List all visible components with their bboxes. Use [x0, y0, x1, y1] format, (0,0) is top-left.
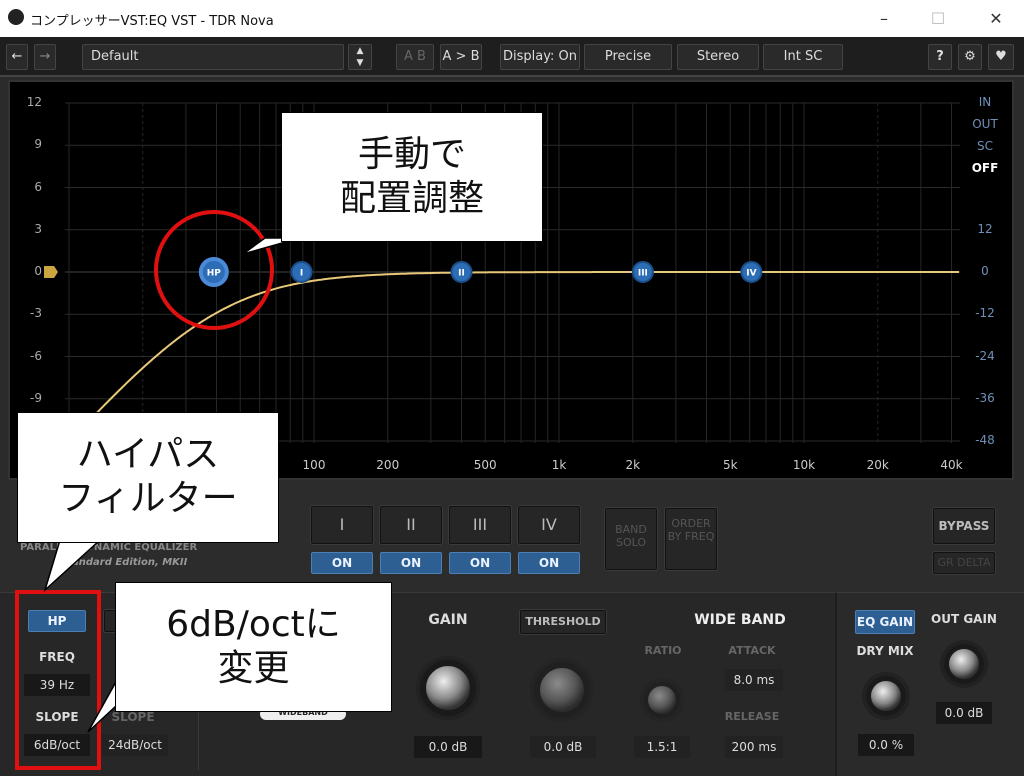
callout-highpass-filter: ハイパス フィルター [17, 412, 279, 543]
callout-manual-placement: 手動で 配置調整 [281, 112, 543, 242]
callout-pointer [87, 677, 118, 733]
callout-text: ハイパス [76, 434, 220, 475]
callout-text: 変更 [217, 648, 290, 689]
callout-text: 配置調整 [339, 178, 484, 219]
callout-pointer [43, 539, 102, 593]
callout-text: 6dB/octに [166, 604, 341, 645]
callout-text: 手動で [357, 134, 466, 175]
highlight-circle [154, 210, 274, 330]
callout-slope-change: 6dB/octに 変更 [115, 582, 392, 712]
callout-text: フィルター [58, 478, 238, 519]
